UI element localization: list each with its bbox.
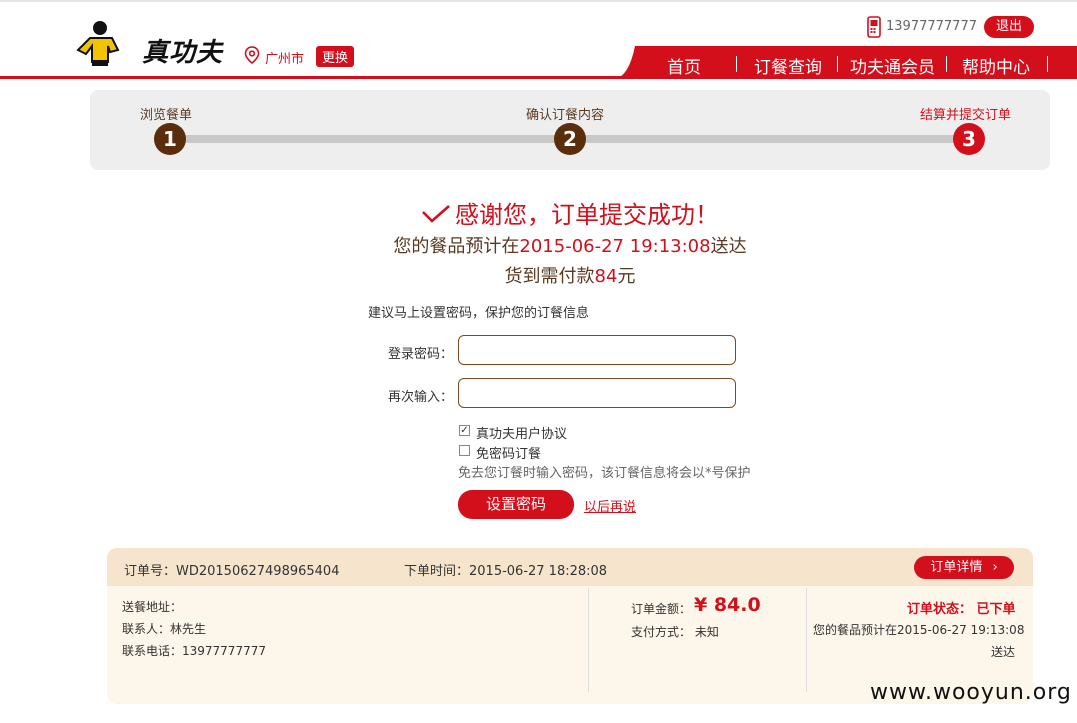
user-phone: 13977777777 (886, 19, 977, 34)
order-eta: 您的餐品预计在2015-06-27 19:13:08 (813, 623, 1025, 637)
set-password-button[interactable]: 设置密码 (458, 490, 574, 519)
order-time: 下单时间：2015-06-27 18:28:08 (404, 564, 608, 579)
eta-line: 您的餐品预计在2015-06-27 19:13:08送达 (0, 232, 1077, 258)
nav-divider (946, 56, 947, 72)
contact-person: 联系人：林先生 (122, 622, 207, 636)
payment-method: 支付方式： 未知 (631, 625, 719, 639)
nav-divider (837, 56, 838, 72)
logo-text[interactable]: 真功夫 (142, 32, 223, 69)
nav-member[interactable]: 功夫通会员 (850, 53, 935, 78)
order-status: 订单状态： 已下单 (907, 602, 1016, 617)
step-1-circle: 1 (154, 123, 186, 155)
current-city: 广州市 (265, 52, 305, 67)
phone-icon (867, 16, 881, 38)
nopass-label: 免密码订餐 (476, 447, 542, 462)
confirm-password-input[interactable] (458, 378, 736, 408)
nav-divider (1047, 56, 1048, 72)
delivery-address: 送餐地址： (122, 600, 183, 614)
step-3-circle: 3 (953, 123, 985, 155)
step-2-circle: 2 (554, 123, 586, 155)
nav-order-query[interactable]: 订餐查询 (754, 53, 822, 78)
eta-suffix: 送达 (710, 236, 747, 257)
order-amount: ¥ 84.0 (694, 594, 761, 616)
confirm-password-label: 再次输入： (388, 390, 454, 405)
agreement-checkbox[interactable]: ✓ (459, 425, 470, 436)
password-input[interactable] (458, 335, 736, 365)
step-label-confirm: 确认订餐内容 (526, 108, 605, 123)
password-label: 登录密码： (388, 347, 454, 362)
password-hint: 建议马上设置密码，保护您的订餐信息 (368, 306, 590, 321)
checkmark-icon (422, 205, 450, 223)
eta-time: 2015-06-27 19:13:08 (519, 236, 711, 257)
contact-phone: 联系电话：13977777777 (122, 644, 266, 658)
nav-home[interactable]: 首页 (667, 53, 701, 78)
column-divider (588, 588, 589, 692)
watermark: www.wooyun.org (870, 680, 1072, 705)
pay-amount: 84 (594, 266, 618, 287)
pay-unit: 元 (617, 266, 636, 287)
amount-label: 订单金额： (631, 602, 692, 616)
nav-divider (736, 56, 737, 72)
nopass-note: 免去您订餐时输入密码，该订餐信息将会以*号保护 (458, 466, 751, 481)
location-pin-icon (244, 46, 260, 64)
pay-prefix: 货到需付款 (504, 266, 595, 287)
success-message: 感谢您，订单提交成功！ (0, 195, 1077, 230)
payment-line: 货到需付款84元 (0, 262, 1077, 288)
column-divider (806, 588, 807, 692)
success-title-text: 感谢您，订单提交成功！ (455, 201, 719, 229)
step-label-browse: 浏览餐单 (140, 108, 193, 123)
eta-prefix: 您的餐品预计在 (393, 236, 520, 257)
order-detail-label: 订单详情 (930, 560, 983, 575)
order-detail-button[interactable]: 订单详情 › (914, 556, 1014, 579)
change-city-button[interactable]: 更换 (316, 46, 355, 67)
order-number: 订单号：WD20150627498965404 (124, 564, 340, 579)
agreement-link[interactable]: 真功夫用户协议 (476, 423, 567, 442)
step-label-submit: 结算并提交订单 (920, 108, 1012, 123)
logout-button[interactable]: 退出 (984, 16, 1034, 38)
nopass-checkbox[interactable] (459, 445, 470, 456)
later-link[interactable]: 以后再说 (584, 496, 636, 515)
chevron-right-icon: › (992, 560, 998, 575)
top-border (0, 0, 1077, 2)
nav-help[interactable]: 帮助中心 (962, 53, 1030, 78)
order-eta-suffix: 送达 (991, 645, 1016, 659)
